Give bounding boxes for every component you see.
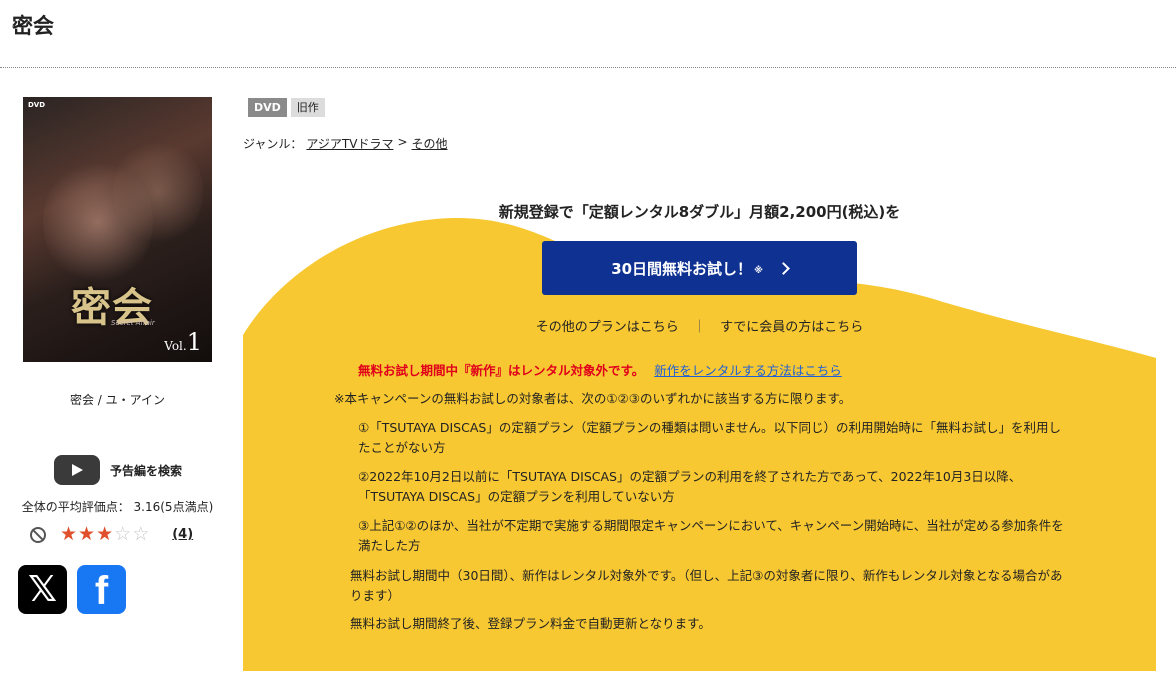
share-facebook-button[interactable]: f [77, 565, 126, 614]
not-interested-icon[interactable] [30, 526, 46, 543]
badge-dvd: DVD [248, 98, 287, 117]
warning-red-text: 無料お試し期間中『新作』はレンタル対象外です。 [358, 363, 645, 378]
star-icon-filled[interactable]: ★ [60, 525, 77, 544]
rent-new-release-link[interactable]: 新作をレンタルする方法はこちら [654, 363, 842, 378]
x-logo-icon: 𝕏 [27, 569, 57, 610]
cover-art-glow-2 [113, 137, 203, 247]
genre-link-other[interactable]: その他 [412, 135, 448, 152]
trial-new-release-note: 無料お試し期間中（30日間）、新作はレンタル対象外です。（但し、上記③の対象者に… [350, 568, 1063, 603]
genre-separator: > [397, 135, 408, 149]
trailer-search-button[interactable]: 予告編を検索 [54, 455, 182, 485]
star-icon-empty[interactable]: ☆ [132, 525, 149, 544]
free-trial-note-mark: ※ [754, 266, 763, 276]
genre-label: ジャンル： [243, 137, 303, 151]
plan-links: その他のプランはこちら ｜ すでに会員の方はこちら [243, 316, 1156, 335]
share-x-button[interactable]: 𝕏 [18, 565, 67, 614]
cover-volume: Vol.1 [164, 328, 202, 356]
links-separator: ｜ [692, 320, 706, 335]
other-plans-link[interactable]: その他のプランはこちら [536, 320, 679, 335]
star-icon-filled[interactable]: ★ [78, 525, 95, 544]
new-release-warning: 無料お試し期間中『新作』はレンタル対象外です。 新作をレンタルする方法はこちら [358, 360, 842, 379]
cover-dvd-mark: DVD [28, 101, 46, 109]
cover-vol-number: 1 [186, 328, 202, 356]
genre-link-asian-tv-drama[interactable]: アジアTVドラマ [306, 135, 393, 152]
cover-vol-prefix: Vol. [164, 339, 187, 353]
auto-renew-note: 無料お試し期間終了後、登録プラン料金で自動更新となります。 [350, 616, 711, 631]
trailer-search-label: 予告編を検索 [110, 463, 183, 478]
format-badges: DVD 旧作 [248, 98, 325, 117]
cover-subtitle-text: Secret Affair [111, 319, 155, 327]
eligibility-condition-2: ②2022年10月2日以前に「TSUTAYA DISCAS」の定額プランの利用を… [358, 469, 1022, 504]
cast-line: 密会 / ユ・アイン [69, 393, 166, 407]
youtube-play-icon [54, 455, 100, 485]
rating-row: ★ ★ ★ ☆ ☆ (4) [30, 525, 193, 544]
title-divider [0, 67, 1176, 68]
free-trial-button[interactable]: 30日間無料お試し！ ※ [542, 241, 857, 295]
average-rating-text: 全体の平均評価点： 3.16(5点満点) [21, 500, 214, 514]
genre-breadcrumb: ジャンル： アジアTVドラマ > その他 [243, 135, 448, 152]
star-icon-empty[interactable]: ☆ [114, 525, 131, 544]
page-title: 密会 [12, 14, 54, 38]
badge-old-release: 旧作 [290, 98, 325, 117]
star-icon-filled[interactable]: ★ [96, 525, 113, 544]
campaign-eligibility-note: ※本キャンペーンの無料お試しの対象者は、次の①②③のいずれかに該当する方に限りま… [334, 391, 852, 406]
existing-member-link[interactable]: すでに会員の方はこちら [720, 320, 863, 335]
eligibility-condition-1: ①「TSUTAYA DISCAS」の定額プラン（定額プランの種類は問いません。以… [358, 420, 1061, 455]
eligibility-condition-3: ③上記①②のほか、当社が不定期で実施する期間限定キャンペーンにおいて、キャンペー… [358, 518, 1064, 553]
review-count-link[interactable]: (4) [172, 527, 193, 542]
facebook-logo-icon: f [94, 569, 109, 613]
chevron-right-icon [776, 261, 790, 275]
free-trial-label: 30日間無料お試し！ [611, 259, 753, 278]
product-cover-image[interactable]: DVD 密会 Secret Affair Vol.1 [23, 97, 212, 362]
promo-headline: 新規登録で「定額レンタル8ダブル」月額2,200円(税込)を [498, 203, 901, 221]
